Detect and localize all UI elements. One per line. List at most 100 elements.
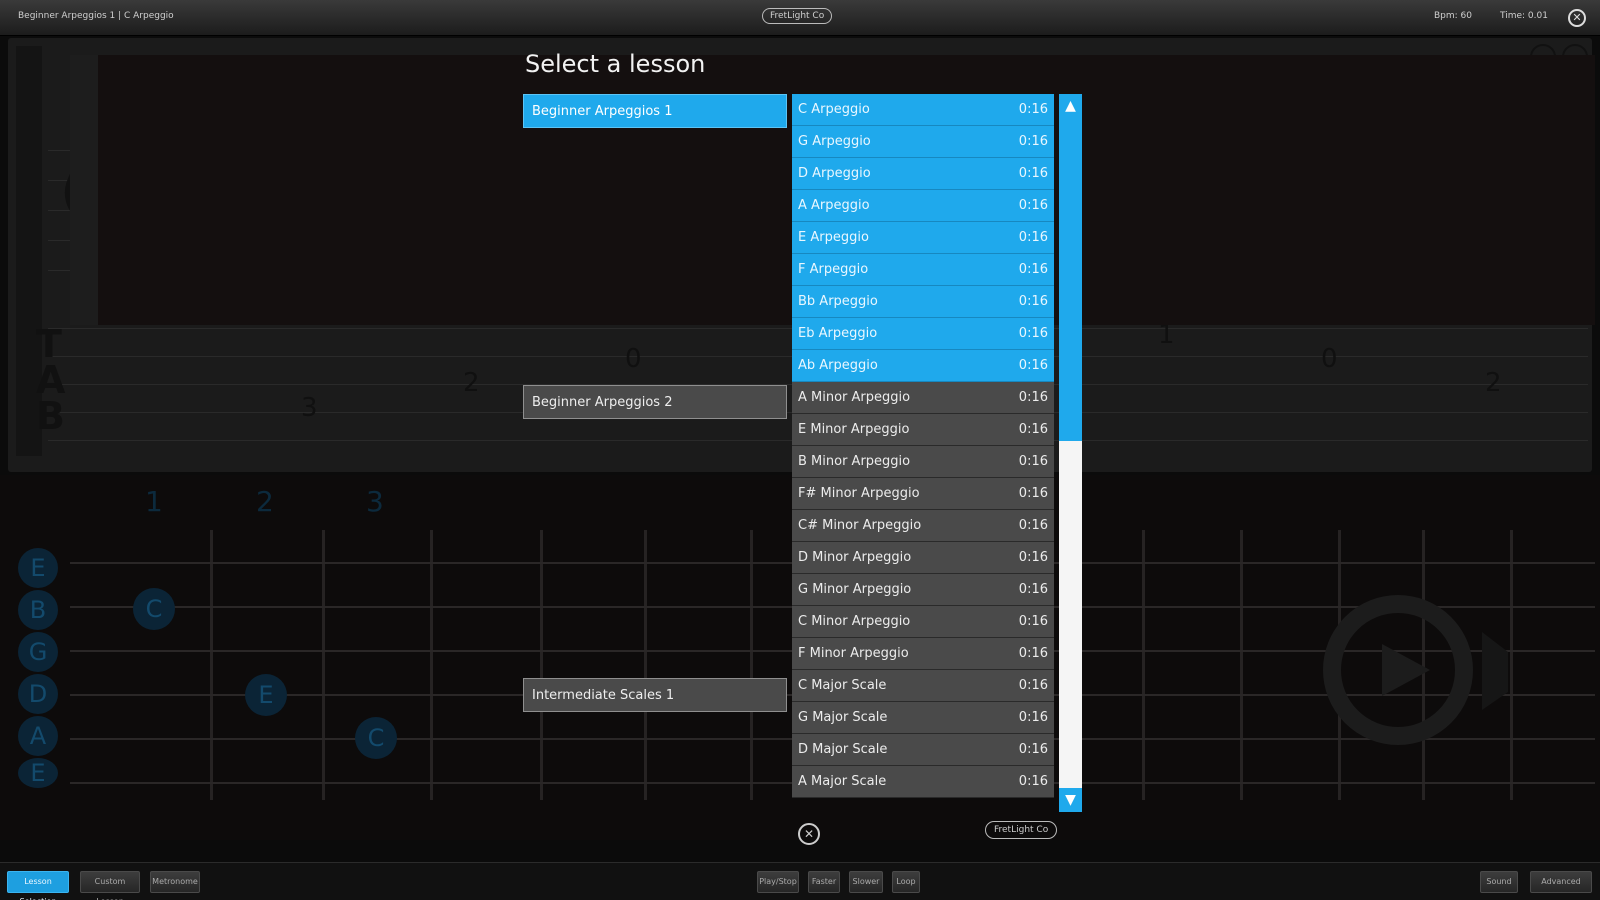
lesson-item[interactable]: D Major Scale 0:16 xyxy=(792,734,1054,766)
close-icon[interactable]: ✕ xyxy=(1568,9,1586,27)
lesson-item[interactable]: G Arpeggio 0:16 xyxy=(792,126,1054,158)
lesson-name: D Arpeggio xyxy=(798,166,871,181)
faster-button[interactable]: Faster xyxy=(808,871,840,893)
lesson-item[interactable]: C# Minor Arpeggio 0:16 xyxy=(792,510,1054,542)
lesson-name: C Arpeggio xyxy=(798,102,870,117)
lesson-item[interactable]: D Minor Arpeggio 0:16 xyxy=(792,542,1054,574)
lesson-duration: 0:16 xyxy=(1018,774,1048,789)
category-intermediate-scales-1[interactable]: Intermediate Scales 1 xyxy=(523,678,787,712)
lesson-name: D Minor Arpeggio xyxy=(798,550,912,565)
lesson-duration: 0:16 xyxy=(1018,166,1048,181)
lesson-item[interactable]: G Minor Arpeggio 0:16 xyxy=(792,574,1054,606)
lesson-name: B Minor Arpeggio xyxy=(798,454,911,469)
lesson-item[interactable]: C Major Scale 0:16 xyxy=(792,670,1054,702)
lesson-item[interactable]: A Major Scale 0:16 xyxy=(792,766,1054,798)
play-stop-button[interactable]: Play/Stop xyxy=(757,871,799,893)
lesson-item[interactable]: A Minor Arpeggio 0:16 xyxy=(792,382,1054,414)
lesson-name: G Major Scale xyxy=(798,710,888,725)
lesson-duration: 0:16 xyxy=(1018,294,1048,309)
sound-button[interactable]: Sound xyxy=(1480,871,1518,893)
lesson-item[interactable]: Eb Arpeggio 0:16 xyxy=(792,318,1054,350)
app-logo: FretLight Co xyxy=(762,8,833,24)
lesson-name: C Major Scale xyxy=(798,678,887,693)
fret-wire xyxy=(1510,530,1513,800)
lesson-item[interactable]: F# Minor Arpeggio 0:16 xyxy=(792,478,1054,510)
lesson-duration: 0:16 xyxy=(1018,742,1048,757)
lesson-name: G Arpeggio xyxy=(798,134,871,149)
lesson-item[interactable]: E Arpeggio 0:16 xyxy=(792,222,1054,254)
custom-lesson-button[interactable]: Custom Lesson xyxy=(80,871,140,900)
lesson-item[interactable]: E Minor Arpeggio 0:16 xyxy=(792,414,1054,446)
lesson-name: F Arpeggio xyxy=(798,262,869,277)
lesson-duration: 0:16 xyxy=(1018,454,1048,469)
metronome-button[interactable]: Metronome xyxy=(150,871,200,893)
close-selector-icon[interactable]: ✕ xyxy=(798,823,820,845)
scroll-down-icon[interactable]: ▼ xyxy=(1059,788,1082,812)
slower-button[interactable]: Slower xyxy=(849,871,883,893)
scroll-up-icon[interactable]: ▲ xyxy=(1059,94,1082,118)
loop-button[interactable]: Loop xyxy=(892,871,920,893)
lesson-duration: 0:16 xyxy=(1018,678,1048,693)
lesson-name: E Arpeggio xyxy=(798,230,869,245)
lesson-duration: 0:16 xyxy=(1018,518,1048,533)
fret-wire xyxy=(210,530,213,800)
fret-wire xyxy=(644,530,647,800)
lesson-item[interactable]: Bb Arpeggio 0:16 xyxy=(792,286,1054,318)
tab-number: 2 xyxy=(463,368,480,398)
lesson-name: Bb Arpeggio xyxy=(798,294,878,309)
lesson-item[interactable]: G Major Scale 0:16 xyxy=(792,702,1054,734)
lesson-name: D Major Scale xyxy=(798,742,888,757)
lesson-duration: 0:16 xyxy=(1018,262,1048,277)
lesson-item[interactable]: A Arpeggio 0:16 xyxy=(792,190,1054,222)
lesson-scrollbar-thumb[interactable] xyxy=(1059,94,1082,441)
tab-label-b: B xyxy=(36,394,65,439)
lesson-duration: 0:16 xyxy=(1018,646,1048,661)
fret-number: 1 xyxy=(145,485,163,518)
bottom-toolbar: Lesson Selection Custom Lesson Metronome… xyxy=(0,862,1600,900)
category-beginner-arpeggios-1[interactable]: Beginner Arpeggios 1 xyxy=(523,94,787,128)
lesson-duration: 0:16 xyxy=(1018,486,1048,501)
lesson-item[interactable]: C Arpeggio 0:16 xyxy=(792,94,1054,126)
lesson-item[interactable]: F Arpeggio 0:16 xyxy=(792,254,1054,286)
lesson-item[interactable]: C Minor Arpeggio 0:16 xyxy=(792,606,1054,638)
lesson-duration: 0:16 xyxy=(1018,198,1048,213)
lesson-name: A Major Scale xyxy=(798,774,887,789)
fret-wire xyxy=(1240,530,1243,800)
tab-number: 0 xyxy=(625,344,642,374)
lesson-name: C Minor Arpeggio xyxy=(798,614,911,629)
lesson-item[interactable]: F Minor Arpeggio 0:16 xyxy=(792,638,1054,670)
lesson-list: C Arpeggio 0:16 G Arpeggio 0:16 D Arpeggio 0:… xyxy=(792,94,1054,812)
lesson-name: Eb Arpeggio xyxy=(798,326,878,341)
lesson-selection-button[interactable]: Lesson Selection xyxy=(7,871,69,900)
fret-wire xyxy=(540,530,543,800)
string-label-e-low: E xyxy=(18,758,58,788)
lesson-duration: 0:16 xyxy=(1018,582,1048,597)
lesson-item[interactable]: Ab Arpeggio 0:16 xyxy=(792,350,1054,382)
lesson-name: E Minor Arpeggio xyxy=(798,422,910,437)
lesson-item[interactable]: B Minor Arpeggio 0:16 xyxy=(792,446,1054,478)
lesson-name: F# Minor Arpeggio xyxy=(798,486,920,501)
lesson-name: G Minor Arpeggio xyxy=(798,582,912,597)
tab-label: T A B xyxy=(36,322,66,439)
fretboard-nut xyxy=(70,55,98,325)
lesson-name: Ab Arpeggio xyxy=(798,358,878,373)
category-beginner-arpeggios-2[interactable]: Beginner Arpeggios 2 xyxy=(523,385,787,419)
tab-number: 2 xyxy=(1485,368,1502,398)
lesson-name: A Arpeggio xyxy=(798,198,870,213)
lesson-name: A Minor Arpeggio xyxy=(798,390,911,405)
lesson-duration: 0:16 xyxy=(1018,134,1048,149)
restart-icon[interactable] xyxy=(1318,592,1508,752)
lesson-name: F Minor Arpeggio xyxy=(798,646,909,661)
tab-label-a: A xyxy=(36,358,66,403)
lesson-item[interactable]: D Arpeggio 0:16 xyxy=(792,158,1054,190)
tab-label-t: T xyxy=(36,322,62,366)
lesson-duration: 0:16 xyxy=(1018,230,1048,245)
advanced-button[interactable]: Advanced xyxy=(1530,871,1592,893)
fret-note-dot: C xyxy=(355,717,397,759)
fret-wire xyxy=(322,530,325,800)
string-label-e-high: E xyxy=(18,548,58,588)
lesson-duration: 0:16 xyxy=(1018,390,1048,405)
string-label-a: A xyxy=(18,716,58,756)
selector-logo: FretLight Co xyxy=(985,821,1058,839)
time-readout: Time: 0.01 xyxy=(1500,11,1548,21)
